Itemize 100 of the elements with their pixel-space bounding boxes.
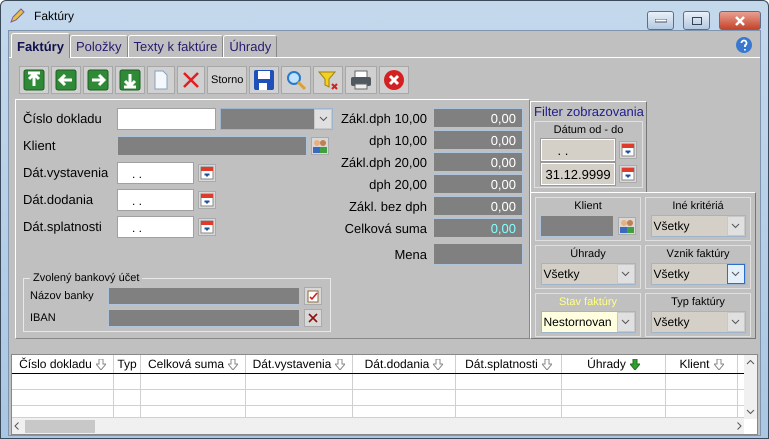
tab[interactable]: Texty k faktúre	[128, 35, 224, 57]
filter-title: Filter zobrazovania	[534, 104, 643, 119]
input-field[interactable]	[108, 308, 300, 326]
date-field[interactable]: . .	[540, 138, 614, 160]
total-field: 0,00	[433, 196, 523, 216]
tab[interactable]: Úhrady	[223, 35, 278, 57]
arrow-up-icon	[23, 69, 45, 91]
total-label: Zákl.dph 10,00	[340, 110, 427, 126]
field-label: Klient	[23, 138, 57, 153]
clear-icon	[308, 312, 318, 322]
close-icon	[734, 16, 746, 26]
total-label: dph 20,00	[369, 176, 427, 192]
toolbar-button[interactable]	[115, 66, 145, 94]
horizontal-scrollbar[interactable]	[12, 418, 744, 434]
delete-icon	[181, 70, 201, 90]
calendar-button[interactable]	[198, 190, 216, 208]
total-field: 0,00	[433, 130, 523, 150]
pencil-icon	[8, 6, 26, 24]
toolbar-button[interactable]	[249, 66, 280, 94]
column-header[interactable]: Číslo dokladu	[12, 355, 114, 373]
calendar-icon	[200, 192, 214, 206]
close-icon	[383, 69, 406, 91]
total-field: 0,00	[433, 152, 523, 172]
date-field[interactable]: 31.12.9999	[540, 162, 614, 184]
sort-arrow-icon	[433, 358, 444, 370]
scroll-right-icon	[736, 422, 742, 430]
calendar-button[interactable]	[198, 218, 216, 236]
column-header[interactable]: Dát.vystavenia	[246, 355, 353, 373]
scroll-down-icon	[746, 409, 755, 415]
column-header[interactable]: Dát.dodania	[353, 355, 456, 373]
sort-arrow-icon	[714, 358, 724, 370]
toolbar-button[interactable]	[345, 66, 378, 94]
people-icon	[619, 218, 635, 234]
tab[interactable]: Faktúry	[11, 33, 70, 58]
scrollbar-thumb[interactable]	[25, 420, 95, 432]
sort-arrow-icon	[630, 358, 640, 370]
chevron-down-icon	[731, 271, 740, 277]
input-field[interactable]	[540, 214, 614, 236]
save-icon	[253, 69, 276, 91]
close-window-button[interactable]	[719, 11, 761, 30]
scroll-up-icon	[746, 359, 755, 365]
arrow-right-icon	[87, 69, 109, 91]
storno-button[interactable]: Storno	[207, 66, 248, 94]
dropdown[interactable]: Všetky	[650, 311, 746, 333]
clipboard-button[interactable]	[304, 286, 322, 304]
chevron-down-icon	[731, 319, 740, 325]
tab[interactable]: Položky	[70, 35, 128, 57]
total-field: 0,00	[433, 218, 523, 238]
dropdown[interactable]: Všetky	[650, 215, 746, 237]
toolbar-button[interactable]	[379, 66, 410, 94]
dropdown[interactable]: Nestornovan	[540, 311, 636, 333]
input-field[interactable]	[117, 108, 216, 130]
column-header[interactable]: Klient	[666, 355, 738, 373]
toolbar-button[interactable]	[83, 66, 113, 94]
column-header[interactable]: Úhrady	[562, 355, 666, 373]
group-label: Stav faktúry	[558, 296, 618, 308]
people-button[interactable]	[311, 136, 329, 154]
toolbar-button[interactable]	[51, 66, 81, 94]
minimize-icon	[654, 18, 666, 22]
dropdown[interactable]: Všetky	[650, 263, 746, 285]
calendar-button[interactable]	[198, 164, 216, 182]
sort-arrow-icon	[335, 358, 346, 370]
people-button[interactable]	[618, 216, 636, 234]
group-label: Vznik faktúry	[666, 248, 730, 260]
calendar-button[interactable]	[618, 140, 636, 158]
window-title: Faktúry	[34, 8, 76, 22]
scroll-left-icon	[14, 422, 20, 430]
calendar-icon	[200, 220, 214, 234]
toolbar-button[interactable]	[19, 66, 49, 94]
people-icon	[312, 138, 328, 154]
chevron-down-icon	[621, 319, 630, 325]
help-icon[interactable]	[736, 37, 752, 53]
date-field[interactable]: . .	[117, 188, 194, 210]
field-label: Názov banky	[30, 290, 95, 302]
dropdown[interactable]: Všetky	[540, 263, 636, 285]
field-label: Dát.vystavenia	[23, 165, 110, 180]
calendar-icon	[200, 166, 214, 180]
date-field[interactable]: . .	[117, 162, 194, 184]
minimize-button[interactable]	[647, 11, 674, 30]
column-header[interactable]: Celková suma	[141, 355, 246, 373]
column-header[interactable]: Typ	[114, 355, 141, 373]
input-field[interactable]	[117, 136, 307, 156]
total-label: Mena	[394, 246, 427, 262]
input-field[interactable]	[108, 286, 300, 304]
dropdown[interactable]	[220, 108, 333, 130]
clear-button[interactable]	[304, 308, 322, 326]
calendar-icon	[620, 166, 634, 180]
toolbar-button[interactable]	[313, 66, 344, 94]
vertical-scrollbar[interactable]	[744, 355, 757, 419]
search-icon	[285, 69, 308, 91]
arrow-down-icon	[119, 69, 141, 91]
column-header[interactable]: Dát.splatnosti	[456, 355, 562, 373]
sort-arrow-icon	[96, 358, 106, 370]
chevron-down-icon	[731, 223, 740, 229]
toolbar-button[interactable]	[281, 66, 312, 94]
calendar-button[interactable]	[618, 164, 636, 182]
maximize-button[interactable]	[683, 11, 710, 30]
total-field: 0,00	[433, 174, 523, 194]
sort-arrow-icon	[542, 358, 552, 370]
date-field[interactable]: . .	[117, 216, 194, 238]
